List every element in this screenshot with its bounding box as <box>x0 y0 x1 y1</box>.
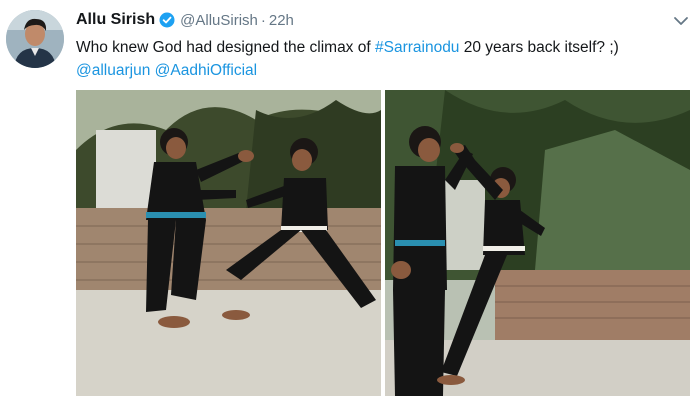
tweet-text-part: Who knew God had designed the climax of <box>76 39 375 56</box>
avatar[interactable] <box>6 10 64 68</box>
verified-badge-icon <box>159 12 175 28</box>
tweet-header: Allu Sirish @AlluSirish · 22h <box>76 10 294 30</box>
chevron-down-icon[interactable] <box>672 12 690 30</box>
tweet-text: Who knew God had designed the climax of … <box>76 36 688 82</box>
hashtag-link[interactable]: #Sarrainodu <box>375 39 459 56</box>
mention-link[interactable]: @AadhiOfficial <box>155 62 257 79</box>
separator-dot: · <box>260 11 266 29</box>
tweet: Allu Sirish @AlluSirish · 22h Who knew G… <box>0 0 700 404</box>
tweet-photo-1[interactable] <box>76 90 381 396</box>
mention-link[interactable]: @alluarjun <box>76 62 150 79</box>
author-handle[interactable]: @AlluSirish <box>180 12 258 29</box>
timestamp[interactable]: 22h <box>269 12 294 29</box>
tweet-photos <box>76 90 690 396</box>
author-name[interactable]: Allu Sirish <box>76 11 155 29</box>
tweet-photo-2[interactable] <box>385 90 690 396</box>
tweet-text-part: 20 years back itself? ;) <box>459 39 619 56</box>
